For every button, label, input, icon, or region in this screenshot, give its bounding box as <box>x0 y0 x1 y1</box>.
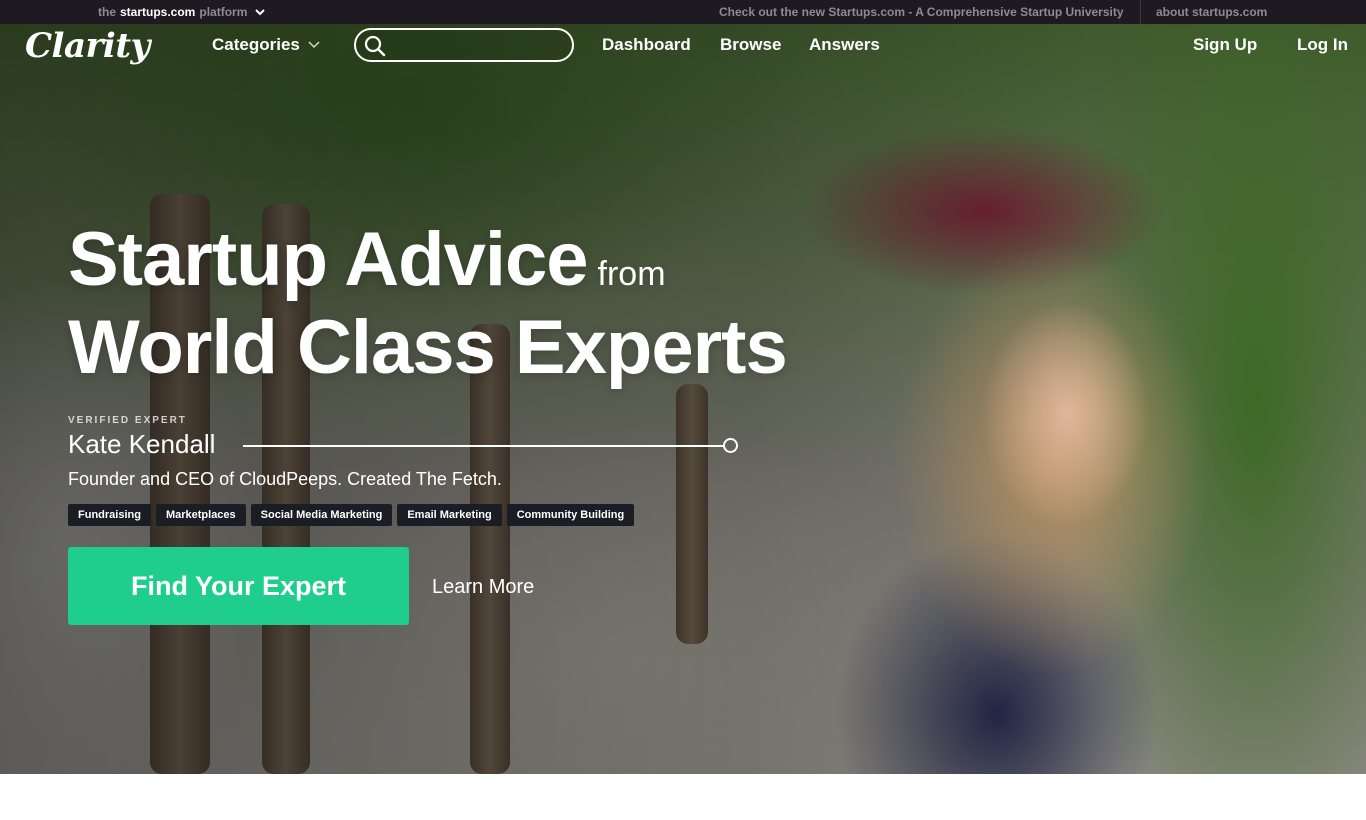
expert-pointer-dot <box>723 438 738 453</box>
hero-headline: Startup Advice from <box>68 222 666 298</box>
search-input[interactable] <box>392 34 562 58</box>
expert-tag[interactable]: Fundraising <box>68 504 151 526</box>
find-expert-button[interactable]: Find Your Expert <box>68 547 409 625</box>
content-area <box>0 774 1366 820</box>
nav-categories[interactable]: Categories <box>212 35 320 55</box>
promo-link[interactable]: Check out the new Startups.com - A Compr… <box>719 5 1124 19</box>
nav-browse[interactable]: Browse <box>720 35 781 55</box>
platform-suffix: platform <box>199 5 248 19</box>
verified-expert-label: VERIFIED EXPERT <box>68 415 187 426</box>
platform-brand: startups.com <box>120 5 196 19</box>
expert-tag[interactable]: Email Marketing <box>397 504 502 526</box>
expert-pointer-line <box>243 445 725 447</box>
expert-description: Founder and CEO of CloudPeeps. Created T… <box>68 469 502 489</box>
hero-overlay <box>0 24 1366 774</box>
chevron-down-icon <box>255 9 266 16</box>
expert-tag[interactable]: Marketplaces <box>155 504 246 526</box>
headline-main: Startup Advice <box>68 217 589 302</box>
search-icon <box>364 35 386 57</box>
platform-switcher[interactable]: the startups.com platform <box>98 5 266 19</box>
nav-answers[interactable]: Answers <box>809 35 880 55</box>
about-link[interactable]: about startups.com <box>1156 5 1267 19</box>
hero-banner <box>0 24 1366 774</box>
platform-bar: the startups.com platform Check out the … <box>0 0 1366 24</box>
expert-tag[interactable]: Community Building <box>506 504 635 526</box>
platform-prefix: the <box>98 5 116 19</box>
expert-tag[interactable]: Social Media Marketing <box>250 504 393 526</box>
hero-headline-second: World Class Experts <box>68 305 788 390</box>
expert-tags: Fundraising Marketplaces Social Media Ma… <box>68 504 635 526</box>
expert-name[interactable]: Kate Kendall <box>68 429 215 460</box>
signup-link[interactable]: Sign Up <box>1193 35 1257 55</box>
learn-more-link[interactable]: Learn More <box>432 576 534 599</box>
nav-dashboard[interactable]: Dashboard <box>602 35 691 55</box>
nav-categories-label: Categories <box>212 35 300 54</box>
clarity-logo[interactable]: Clarity <box>25 26 150 66</box>
topbar-divider <box>1140 0 1141 24</box>
headline-from: from <box>597 255 666 293</box>
login-link[interactable]: Log In <box>1297 35 1348 55</box>
search-box[interactable] <box>354 28 574 62</box>
chevron-down-icon <box>308 41 320 49</box>
